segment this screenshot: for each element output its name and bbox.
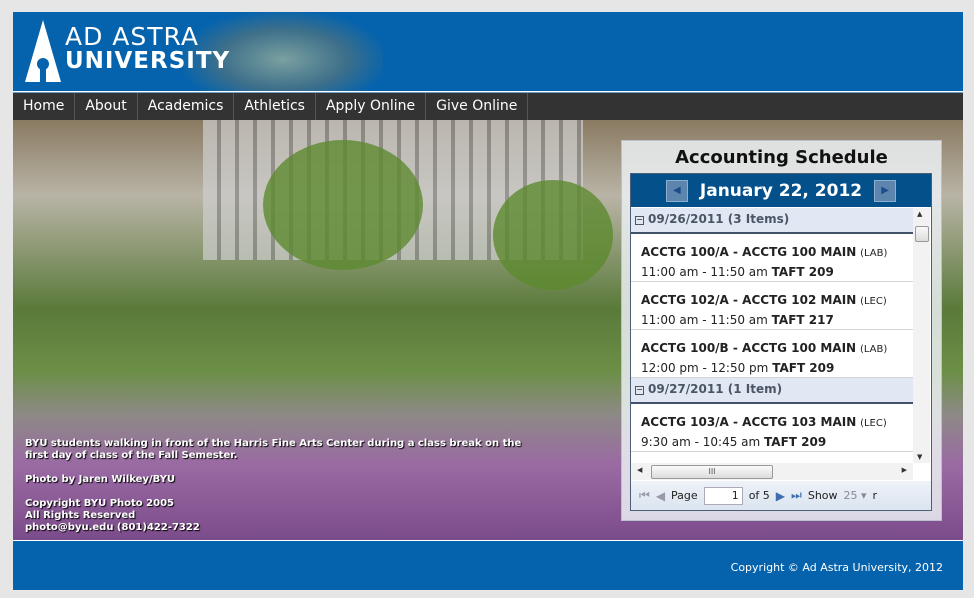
list-item[interactable]: ACCTG 102/A - ACCTG 102 MAIN (LEC) 11:00 … <box>631 282 913 330</box>
last-page-icon[interactable]: ⏭ <box>791 488 802 503</box>
schedule-box: ◀ January 22, 2012 ▶ −09/26/2011 (3 Item… <box>630 173 932 511</box>
photo-copyright: Copyright BYU Photo 2005 All Rights Reser… <box>25 498 200 533</box>
list-item[interactable]: ACCTG 103/A - ACCTG 103 MAIN (LEC) 9:30 a… <box>631 404 913 452</box>
tree <box>263 140 423 270</box>
nav-athletics[interactable]: Athletics <box>234 93 316 120</box>
nav-about[interactable]: About <box>75 93 138 120</box>
prev-page-icon[interactable]: ◀ <box>656 489 665 503</box>
logo-text: AD ASTRA <box>65 22 200 51</box>
horizontal-scrollbar[interactable]: ◀ III ▶ <box>631 463 913 480</box>
page-count: of 5 <box>748 489 770 502</box>
footer-copyright: Copyright © Ad Astra University, 2012 <box>730 561 943 574</box>
nav-home[interactable]: Home <box>13 93 76 120</box>
date-header: ◀ January 22, 2012 ▶ <box>631 174 931 207</box>
list-item[interactable]: ACCTG 100/A - ACCTG 100 MAIN (LAB) 11:00 … <box>631 234 913 282</box>
schedule-list: −09/26/2011 (3 Items) ACCTG 100/A - ACCT… <box>631 208 913 463</box>
logo-icon <box>25 20 61 82</box>
collapse-icon[interactable]: − <box>635 216 644 225</box>
show-label: Show <box>807 489 838 502</box>
pager: ⏮ ◀ Page 1 of 5 ▶ ⏭ Show 25 ▾ r <box>631 481 931 510</box>
photo-credit: Photo by Jaren Wilkey/BYU <box>25 474 176 485</box>
next-date-button[interactable]: ▶ <box>874 179 897 202</box>
page-label: Page <box>671 489 698 502</box>
nav-give-online[interactable]: Give Online <box>426 93 529 120</box>
page-input[interactable]: 1 <box>703 486 743 505</box>
scroll-thumb[interactable]: III <box>651 465 773 479</box>
next-page-icon[interactable]: ▶ <box>776 489 785 503</box>
photo-caption: BYU students walking in front of the Har… <box>25 438 522 461</box>
nav-academics[interactable]: Academics <box>138 93 235 120</box>
pager-trailing-text: r <box>872 489 878 502</box>
vertical-scrollbar[interactable]: ▲ ▼ <box>913 208 930 463</box>
main-nav: Home About Academics Athletics Apply Onl… <box>13 92 963 120</box>
logo-text-university: UNIVERSITY <box>65 48 231 74</box>
page-size-select[interactable]: 25 ▾ <box>844 489 867 502</box>
tree <box>493 180 613 290</box>
page: AD ASTRA UNIVERSITY Home About Academics… <box>13 12 963 590</box>
footer: Copyright © Ad Astra University, 2012 <box>13 541 963 590</box>
scroll-thumb[interactable] <box>915 226 929 242</box>
current-date: January 22, 2012 <box>699 180 863 201</box>
collapse-icon[interactable]: − <box>635 386 644 395</box>
group-header[interactable]: −09/26/2011 (3 Items) <box>631 208 913 234</box>
first-page-icon[interactable]: ⏮ <box>639 488 650 503</box>
group-header[interactable]: −09/27/2011 (1 Item) <box>631 378 913 404</box>
nav-apply-online[interactable]: Apply Online <box>316 93 427 120</box>
header: AD ASTRA UNIVERSITY <box>13 12 963 91</box>
hero-image: BYU students walking in front of the Har… <box>13 120 963 540</box>
prev-date-button[interactable]: ◀ <box>665 179 688 202</box>
schedule-title: Accounting Schedule <box>675 147 888 168</box>
schedule-widget: Accounting Schedule ◀ January 22, 2012 ▶… <box>621 140 942 521</box>
list-item[interactable]: ACCTG 100/B - ACCTG 100 MAIN (LAB) 12:00 … <box>631 330 913 378</box>
